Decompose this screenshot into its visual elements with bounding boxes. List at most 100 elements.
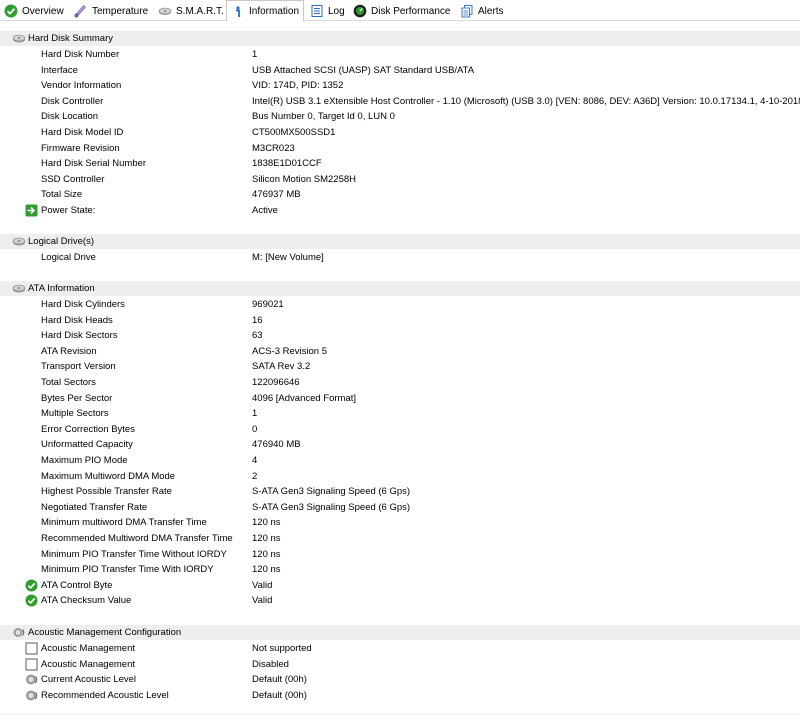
row-label: Disk Location — [41, 111, 99, 123]
info-row[interactable]: Unformatted Capacity 476940 MB — [0, 437, 800, 452]
checkbox-icon[interactable] — [25, 642, 38, 655]
tab-temperature-label: Temperature — [92, 5, 149, 17]
tab-alerts[interactable]: Alerts — [456, 1, 514, 21]
info-row[interactable]: Total Sectors 122096646 — [0, 375, 800, 390]
tab-smart[interactable]: S.M.A.R.T. — [154, 1, 226, 21]
info-row[interactable]: Total Size 476937 MB — [0, 187, 800, 202]
info-row[interactable]: ATA Control Byte Valid — [0, 578, 800, 593]
row-label: Recommended Multiword DMA Transfer Time — [41, 533, 233, 544]
row-label: Negotiated Transfer Rate — [41, 501, 148, 513]
row-label: Minimum PIO Transfer Time Without IORDY — [41, 548, 227, 560]
row-label: Disk Controller — [41, 95, 104, 107]
speaker-icon — [25, 689, 38, 702]
tab-disk-performance-label: Disk Performance — [371, 5, 451, 17]
row-value: Intel(R) USB 3.1 eXtensible Host Control… — [252, 95, 800, 107]
row-value: SATA Rev 3.2 — [252, 361, 311, 373]
divider — [0, 714, 800, 715]
tab-overview[interactable]: Overview — [0, 1, 70, 21]
info-row[interactable]: ATA Revision ACS-3 Revision 5 — [0, 344, 800, 359]
info-row[interactable]: Disk Controller Intel(R) USB 3.1 eXtensib… — [0, 94, 800, 109]
row-label: Hard Disk Serial Number — [41, 158, 147, 170]
tab-information[interactable]: Information — [226, 0, 304, 22]
info-row[interactable]: Acoustic Management Not supported — [0, 641, 800, 656]
info-row[interactable]: Minimum PIO Transfer Time Without IORDY 1… — [0, 547, 800, 562]
tab-alerts-label: Alerts — [478, 5, 504, 17]
row-value: 16 — [252, 314, 263, 326]
info-row[interactable]: ATA Checksum Value Valid — [0, 593, 800, 608]
row-value: Not supported — [252, 643, 312, 654]
info-row[interactable]: Maximum Multiword DMA Mode 2 — [0, 469, 800, 484]
row-label: Minimum multiword DMA Transfer Time — [41, 517, 207, 529]
section-header-hard-disk-summary: Hard Disk Summary — [0, 31, 800, 46]
row-value: 1838E1D01CCF — [252, 158, 322, 170]
info-row[interactable]: Hard Disk Sectors 63 — [0, 328, 800, 343]
disk-icon — [12, 33, 26, 44]
info-row[interactable]: Multiple Sectors 1 — [0, 406, 800, 421]
info-row[interactable]: Negotiated Transfer Rate S-ATA Gen3 Signa… — [0, 500, 800, 515]
row-value: 120 ns — [252, 564, 281, 576]
info-row[interactable]: Minimum PIO Transfer Time With IORDY 120 … — [0, 562, 800, 577]
info-row[interactable]: Recommended Multiword DMA Transfer Time 1… — [0, 531, 800, 546]
info-row[interactable]: Transport Version SATA Rev 3.2 — [0, 359, 800, 374]
section-title: Hard Disk Summary — [28, 33, 113, 44]
row-value: M3CR023 — [252, 142, 295, 154]
row-label: ATA Checksum Value — [41, 595, 132, 607]
info-row[interactable]: Power State: Active — [0, 203, 800, 218]
row-label: Hard Disk Heads — [41, 314, 113, 326]
info-row[interactable]: Firmware Revision M3CR023 — [0, 141, 800, 156]
row-value: 1 — [252, 49, 258, 60]
info-row[interactable]: Acoustic Management Disabled — [0, 657, 800, 672]
checkbox-icon[interactable] — [25, 658, 38, 671]
info-row[interactable]: SSD Controller Silicon Motion SM2258H — [0, 172, 800, 187]
row-value: 4 — [252, 455, 258, 466]
row-label: Transport Version — [41, 361, 116, 373]
row-value: S-ATA Gen3 Signaling Speed (6 Gps) — [252, 501, 411, 513]
info-row[interactable]: Highest Possible Transfer Rate S-ATA Gen3… — [0, 484, 800, 499]
info-row[interactable]: Hard Disk Model ID CT500MX500SSD1 — [0, 125, 800, 140]
info-row[interactable]: Logical Drive M: [New Volume] — [0, 250, 800, 265]
row-label: ATA Control Byte — [41, 579, 113, 591]
row-value: 120 ns — [252, 533, 281, 544]
row-value: ACS-3 Revision 5 — [252, 345, 327, 357]
tab-log[interactable]: Log — [306, 1, 348, 21]
thermometer-icon — [74, 4, 88, 18]
info-row[interactable]: Interface USB Attached SCSI (UASP) SAT St… — [0, 63, 800, 78]
row-value: 969021 — [252, 299, 284, 310]
row-value: 120 ns — [252, 548, 281, 560]
info-row[interactable]: Error Correction Bytes 0 — [0, 422, 800, 437]
row-label: Acoustic Management — [41, 658, 135, 670]
info-row[interactable]: Hard Disk Number 1 — [0, 47, 800, 62]
row-value: Active — [252, 205, 278, 216]
info-row[interactable]: Bytes Per Sector 4096 [Advanced Format] — [0, 391, 800, 406]
tab-bar: Overview Temperature S.M.A.R.T. Informat… — [0, 0, 800, 22]
info-row[interactable]: Hard Disk Heads 16 — [0, 313, 800, 328]
overview-check-icon — [4, 4, 18, 18]
section-header-ata-information: ATA Information — [0, 281, 800, 296]
green-check-icon — [25, 579, 38, 592]
info-row[interactable]: Minimum multiword DMA Transfer Time 120 n… — [0, 515, 800, 530]
row-value: Bus Number 0, Target Id 0, LUN 0 — [252, 111, 395, 123]
row-value: Valid — [252, 595, 273, 607]
section-header-acoustic-management: Acoustic Management Configuration — [0, 625, 800, 640]
section-header-logical-drives: Logical Drive(s) — [0, 234, 800, 249]
row-value: CT500MX500SSD1 — [252, 127, 336, 138]
tab-information-label: Information — [249, 5, 300, 17]
row-label: Maximum PIO Mode — [41, 455, 128, 466]
info-row[interactable]: Current Acoustic Level Default (00h) — [0, 672, 800, 687]
row-label: SSD Controller — [41, 173, 105, 185]
info-row[interactable]: Hard Disk Serial Number 1838E1D01CCF — [0, 156, 800, 171]
speaker-icon — [12, 627, 26, 638]
info-row[interactable]: Vendor Information VID: 174D, PID: 1352 — [0, 78, 800, 93]
section-title: ATA Information — [28, 283, 95, 294]
info-row[interactable]: Recommended Acoustic Level Default (00h) — [0, 688, 800, 703]
disk-icon — [12, 283, 26, 294]
info-row[interactable]: Disk Location Bus Number 0, Target Id 0, … — [0, 109, 800, 124]
row-value: Default (00h) — [252, 689, 307, 701]
tab-temperature[interactable]: Temperature — [70, 1, 154, 21]
row-value: VID: 174D, PID: 1352 — [252, 80, 344, 92]
row-label: Recommended Acoustic Level — [41, 689, 169, 701]
info-row[interactable]: Maximum PIO Mode 4 — [0, 453, 800, 468]
tab-disk-performance[interactable]: Disk Performance — [349, 1, 455, 21]
row-label: Acoustic Management — [41, 643, 135, 654]
info-row[interactable]: Hard Disk Cylinders 969021 — [0, 297, 800, 312]
